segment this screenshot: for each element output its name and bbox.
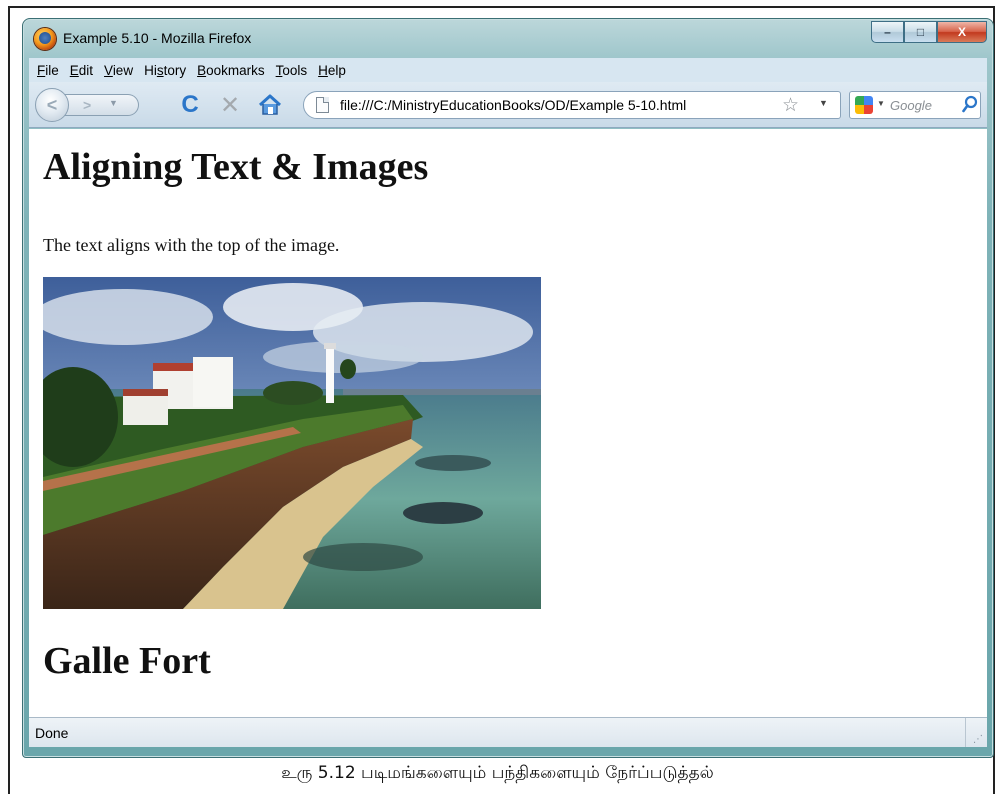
search-engine-dropdown-icon[interactable]: ▼ xyxy=(877,99,885,108)
google-icon[interactable] xyxy=(855,96,873,114)
maximize-icon: □ xyxy=(916,25,925,39)
menu-bar: File Edit View History Bookmarks Tools H… xyxy=(29,58,987,82)
menu-bookmarks[interactable]: Bookmarks xyxy=(197,63,265,78)
back-forward-group: > ▼ < xyxy=(35,88,139,122)
bookmark-star-icon[interactable]: ☆ xyxy=(782,94,799,117)
status-text: Done xyxy=(35,725,69,741)
minimize-icon: – xyxy=(884,25,891,39)
page-heading: Aligning Text & Images xyxy=(43,146,429,188)
maximize-button[interactable]: □ xyxy=(904,21,937,43)
forward-button[interactable]: > ▼ xyxy=(65,94,139,116)
page-icon xyxy=(316,97,329,113)
figure-caption: உரு 5.12 படிமங்களையும் பந்திகளையும் நேர்… xyxy=(281,763,714,783)
galle-fort-heading: Galle Fort xyxy=(43,640,211,682)
home-icon[interactable] xyxy=(257,93,283,117)
menu-view[interactable]: View xyxy=(104,63,133,78)
forward-arrow-icon: > xyxy=(83,97,92,113)
close-icon: X xyxy=(957,25,966,39)
search-icon[interactable] xyxy=(962,95,978,113)
back-button[interactable]: < xyxy=(35,88,69,122)
menu-tools[interactable]: Tools xyxy=(276,63,308,78)
firefox-logo-icon xyxy=(34,28,56,50)
close-button[interactable]: X xyxy=(937,21,987,43)
browser-window: Example 5.10 - Mozilla Firefox – □ X Fil… xyxy=(22,18,994,758)
search-bar[interactable]: ▼ Google xyxy=(849,91,981,119)
search-input[interactable]: Google xyxy=(890,98,932,113)
status-bar: Done xyxy=(29,717,987,747)
url-dropdown-icon[interactable]: ▼ xyxy=(819,98,828,108)
window-controls: – □ X xyxy=(871,21,987,43)
minimize-button[interactable]: – xyxy=(871,21,904,43)
history-dropdown-icon[interactable]: ▼ xyxy=(109,98,118,108)
address-bar[interactable]: file:///C:/MinistryEducationBooks/OD/Exa… xyxy=(303,91,841,119)
title-bar[interactable]: Example 5.10 - Mozilla Firefox – □ X xyxy=(23,19,993,57)
galle-fort-photo xyxy=(43,277,541,609)
menu-help[interactable]: Help xyxy=(318,63,346,78)
resize-grip-icon[interactable] xyxy=(965,718,987,747)
stop-icon[interactable]: ✕ xyxy=(217,92,243,119)
menu-file[interactable]: File xyxy=(37,63,59,78)
back-arrow-icon: < xyxy=(46,94,58,115)
menu-edit[interactable]: Edit xyxy=(70,63,93,78)
page-content: Aligning Text & Images The text aligns w… xyxy=(29,129,987,717)
window-title: Example 5.10 - Mozilla Firefox xyxy=(63,30,252,46)
navigation-toolbar: > ▼ < C ✕ file:///C:/MinistryEducationBo… xyxy=(29,82,987,128)
reload-icon[interactable]: C xyxy=(177,91,203,118)
page-paragraph: The text aligns with the top of the imag… xyxy=(43,235,340,255)
url-text[interactable]: file:///C:/MinistryEducationBooks/OD/Exa… xyxy=(340,97,686,113)
menu-history[interactable]: History xyxy=(144,63,186,78)
